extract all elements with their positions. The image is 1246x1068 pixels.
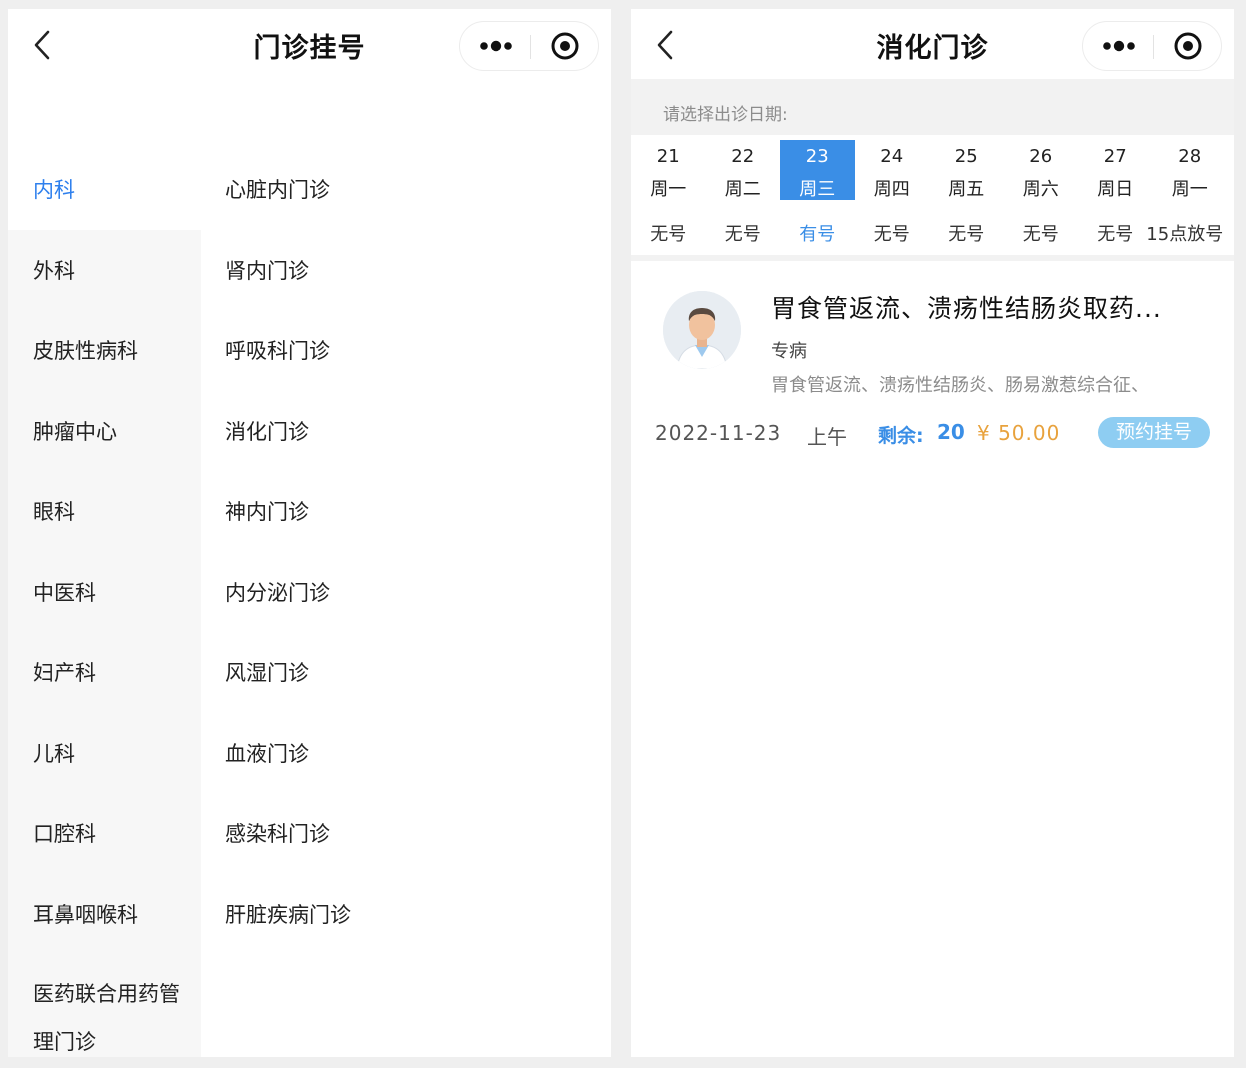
slot-date: 2022-11-23 [655,421,782,445]
clinic-item[interactable]: 内分泌门诊 [201,552,611,633]
book-appointment-button[interactable]: 预约挂号 [1098,417,1210,448]
department-item-internal-medicine[interactable]: 内科 [8,149,201,230]
clinic-item[interactable]: 肾内门诊 [201,230,611,311]
clinic-item[interactable]: 心脏内门诊 [201,149,611,230]
clinic-schedule-screen: 消化门诊 请选择出诊日期: 21 周一 无号 22 周二 无号 23 周三 有号… [631,9,1234,1057]
department-item-dermatology[interactable]: 皮肤性病科 [8,310,201,391]
date-cell[interactable]: 28 周一 15点放号 [1146,135,1228,255]
more-dots-icon [480,40,512,52]
department-item-obstetrics[interactable]: 妇产科 [8,632,201,713]
day-number: 28 [1178,146,1202,167]
department-screen: 门诊挂号 内科 外科 皮肤性病科 肿瘤中心 眼科 中医科 妇产科 儿科 口腔科 … [8,9,611,1057]
remaining-label: 剩余: [878,425,924,447]
program-type: 专病 [771,341,807,362]
clinic-list: 心脏内门诊 肾内门诊 呼吸科门诊 消化门诊 神内门诊 内分泌门诊 风湿门诊 血液… [201,149,611,954]
date-cell[interactable]: 24 周四 无号 [855,135,930,255]
date-cell-selected[interactable]: 23 周三 有号 [780,135,855,255]
day-weekday: 周六 [1022,179,1059,200]
record-circle-icon [551,32,579,60]
clinic-item[interactable]: 血液门诊 [201,713,611,794]
doctor-avatar [663,291,741,369]
remaining-count: 20 [937,420,965,444]
more-button[interactable] [460,22,530,70]
date-hint-bar: 请选择出诊日期: [631,79,1234,135]
date-cell[interactable]: 22 周二 无号 [706,135,781,255]
day-weekday: 周四 [873,179,910,200]
price: ¥ 50.00 [977,421,1061,445]
department-item-surgery[interactable]: 外科 [8,230,201,311]
day-weekday: 周三 [799,179,836,200]
day-number: 22 [731,146,755,167]
department-item-tcm[interactable]: 中医科 [8,552,201,633]
program-card[interactable]: 胃食管返流、溃疡性结肠炎取药... 专病 胃食管返流、溃疡性结肠炎、肠易激惹综合… [631,261,1234,461]
department-item-ophthalmology[interactable]: 眼科 [8,471,201,552]
department-item-stomatology[interactable]: 口腔科 [8,793,201,874]
day-number: 27 [1103,146,1127,167]
day-weekday: 周一 [650,179,687,200]
more-dots-icon [1103,40,1135,52]
clinic-item[interactable]: 神内门诊 [201,471,611,552]
program-description: 胃食管返流、溃疡性结肠炎、肠易激惹综合征、 [771,375,1149,396]
date-cell[interactable]: 21 周一 无号 [631,135,706,255]
close-button[interactable] [531,22,600,70]
date-cell[interactable]: 26 周六 无号 [1004,135,1079,255]
date-cell[interactable]: 25 周五 无号 [929,135,1004,255]
day-weekday: 周一 [1171,179,1208,200]
date-picker: 21 周一 无号 22 周二 无号 23 周三 有号 24 周四 无号 25 周… [631,135,1234,255]
day-weekday: 周日 [1097,179,1134,200]
department-item-ent[interactable]: 耳鼻咽喉科 [8,874,201,955]
doctor-avatar-icon [663,291,741,369]
day-number: 25 [954,146,978,167]
department-item-combined-medication[interactable]: 医药联合用药管理门诊 [8,954,201,1054]
day-number: 24 [880,146,904,167]
mini-program-capsule [1082,21,1222,71]
record-circle-icon [1174,32,1202,60]
date-hint: 请选择出诊日期: [663,105,788,125]
day-number: 21 [656,146,680,167]
clinic-item[interactable]: 呼吸科门诊 [201,310,611,391]
navigation-bar: 消化门诊 [631,9,1234,79]
close-button[interactable] [1154,22,1223,70]
day-weekday: 周二 [724,179,761,200]
day-weekday: 周五 [948,179,985,200]
more-button[interactable] [1083,22,1153,70]
department-item-oncology[interactable]: 肿瘤中心 [8,391,201,472]
clinic-item[interactable]: 风湿门诊 [201,632,611,713]
day-number: 26 [1029,146,1053,167]
slot-status: 15点放号 [1146,224,1224,245]
clinic-item[interactable]: 肝脏疾病门诊 [201,874,611,955]
department-item-pediatrics[interactable]: 儿科 [8,713,201,794]
clinic-item[interactable]: 感染科门诊 [201,793,611,874]
department-sidebar: 内科 外科 皮肤性病科 肿瘤中心 眼科 中医科 妇产科 儿科 口腔科 耳鼻咽喉科… [8,149,201,1057]
day-number: 23 [805,146,829,167]
program-title: 胃食管返流、溃疡性结肠炎取药... [771,294,1162,323]
clinic-item[interactable]: 消化门诊 [201,391,611,472]
mini-program-capsule [459,21,599,71]
slot-period: 上午 [807,425,847,449]
navigation-bar: 门诊挂号 [8,9,611,79]
